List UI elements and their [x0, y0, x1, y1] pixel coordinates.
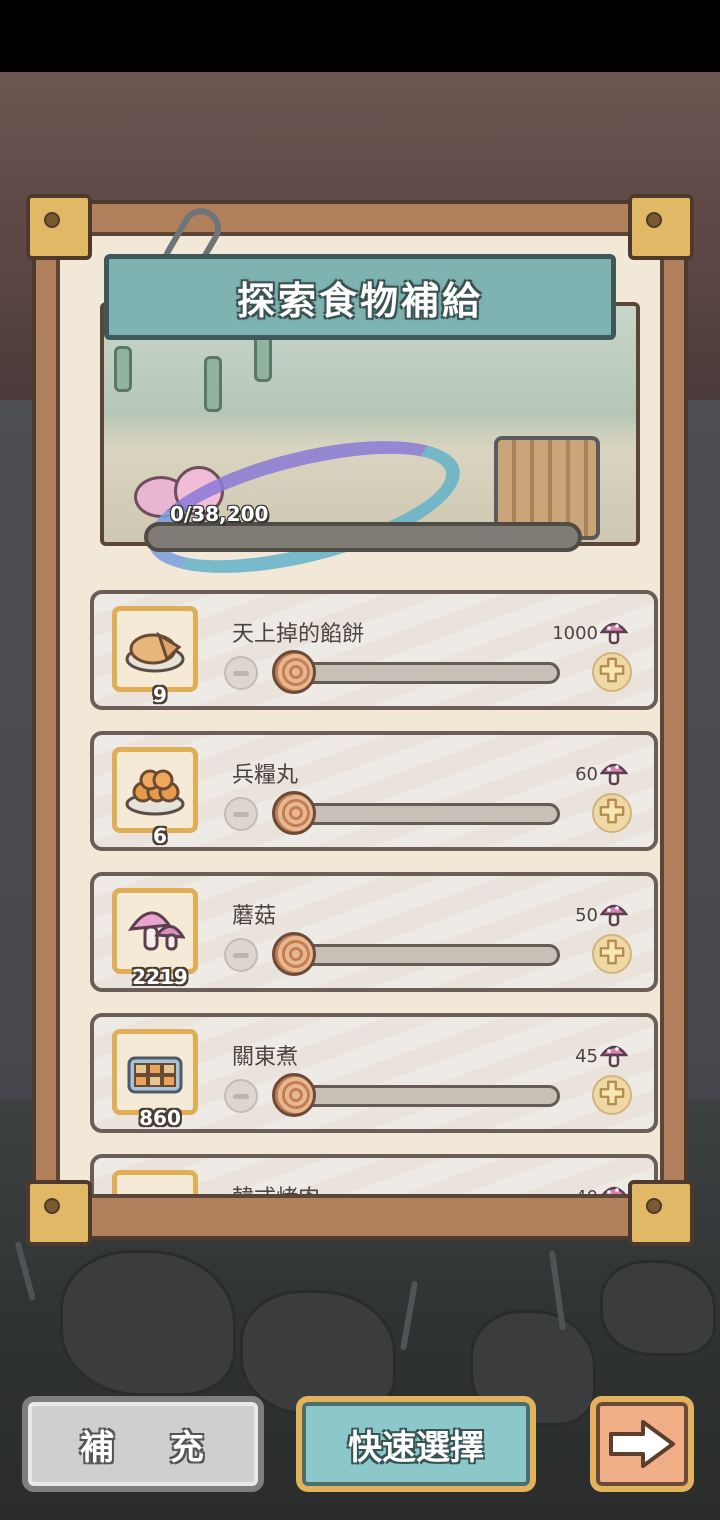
food-item-row[interactable]: 2219 蘑菇 50 — [90, 872, 658, 992]
plus-button[interactable] — [592, 793, 632, 833]
food-name: 韓式烤肉 — [232, 1180, 320, 1194]
minus-button[interactable] — [224, 1079, 258, 1113]
food-name: 兵糧丸 — [232, 763, 299, 788]
plus-icon — [598, 656, 626, 688]
food-icon-box[interactable]: 9 — [112, 606, 198, 707]
food-price: 40 — [575, 1184, 628, 1198]
minus-button[interactable] — [224, 938, 258, 972]
slider-knob[interactable] — [272, 1073, 316, 1117]
next-button[interactable] — [590, 1396, 694, 1492]
pie-icon — [125, 621, 185, 677]
food-name: 蘑菇 — [232, 904, 277, 929]
plus-icon — [598, 938, 626, 970]
quantity-slider[interactable] — [278, 1085, 560, 1107]
food-price: 60 — [575, 761, 629, 787]
plus-button[interactable] — [592, 1075, 632, 1115]
rice-balls-icon — [125, 762, 185, 818]
food-name: 天上掉的餡餅 — [232, 622, 365, 647]
mushroom-currency-icon — [599, 902, 629, 928]
food-price: 1000 — [552, 620, 629, 646]
price-value: 45 — [575, 1045, 598, 1067]
corner-bracket — [628, 194, 694, 260]
progress-text: 0/38,200 — [170, 502, 269, 526]
food-icon-box[interactable] — [112, 1170, 198, 1194]
title-banner: 探索食物補給 — [104, 254, 616, 340]
supply-button[interactable]: 補 充 — [22, 1396, 264, 1492]
arrow-right-icon — [609, 1420, 675, 1468]
food-icon-box[interactable]: 6 — [112, 747, 198, 848]
food-count: 2219 — [132, 965, 188, 989]
supply-button-label: 補 充 — [80, 1427, 226, 1468]
slider-knob[interactable] — [272, 791, 316, 835]
price-value: 50 — [575, 904, 598, 926]
slider-knob[interactable] — [272, 650, 316, 694]
food-price: 45 — [575, 1043, 629, 1069]
oden-icon — [125, 1044, 185, 1100]
minus-button[interactable] — [224, 656, 258, 690]
food-icon-box[interactable]: 2219 — [112, 888, 198, 989]
price-value: 40 — [575, 1186, 598, 1198]
food-item-row[interactable]: 韓式烤肉 40 — [90, 1154, 658, 1198]
food-progress-bar — [144, 522, 582, 552]
bbq-meat-icon — [125, 1185, 185, 1194]
food-item-row[interactable]: 860 關東煮 45 — [90, 1013, 658, 1133]
food-count: 9 — [153, 683, 167, 707]
quick-select-button[interactable]: 快速選擇 — [296, 1396, 536, 1492]
price-value: 1000 — [552, 622, 598, 644]
panel-paper: 0/38,200 9 天上掉的餡餅 1000 6 兵糧丸 60 2219 蘑菇 50 860 關東煮… — [56, 232, 664, 1198]
price-value: 60 — [575, 763, 598, 785]
mushroom-currency-icon — [599, 1043, 629, 1069]
corner-bracket — [26, 194, 92, 260]
food-supply-panel: 0/38,200 9 天上掉的餡餅 1000 6 兵糧丸 60 2219 蘑菇 50 860 關東煮… — [26, 194, 694, 1246]
corner-bracket — [26, 1180, 92, 1246]
status-bar — [0, 0, 720, 72]
slider-knob[interactable] — [272, 932, 316, 976]
mushroom-icon — [125, 903, 186, 959]
corner-bracket — [628, 1180, 694, 1246]
plus-icon — [598, 1079, 626, 1111]
food-name: 關東煮 — [232, 1045, 299, 1070]
quantity-slider[interactable] — [278, 944, 560, 966]
food-count: 6 — [153, 824, 167, 848]
page-title: 探索食物補給 — [236, 278, 483, 323]
food-item-row[interactable]: 6 兵糧丸 60 — [90, 731, 658, 851]
mushroom-currency-icon — [599, 620, 629, 646]
food-icon-box[interactable]: 860 — [112, 1029, 198, 1130]
quantity-slider[interactable] — [278, 662, 560, 684]
quantity-slider[interactable] — [278, 803, 560, 825]
quick-select-label: 快速選擇 — [348, 1427, 484, 1468]
plus-button[interactable] — [592, 934, 632, 974]
mushroom-currency-icon — [599, 761, 629, 787]
plus-button[interactable] — [592, 652, 632, 692]
food-price: 50 — [575, 902, 629, 928]
minus-button[interactable] — [224, 797, 258, 831]
plus-icon — [598, 797, 626, 829]
food-item-row[interactable]: 9 天上掉的餡餅 1000 — [90, 590, 658, 710]
food-count: 860 — [139, 1106, 181, 1130]
mushroom-currency-icon — [600, 1184, 628, 1194]
